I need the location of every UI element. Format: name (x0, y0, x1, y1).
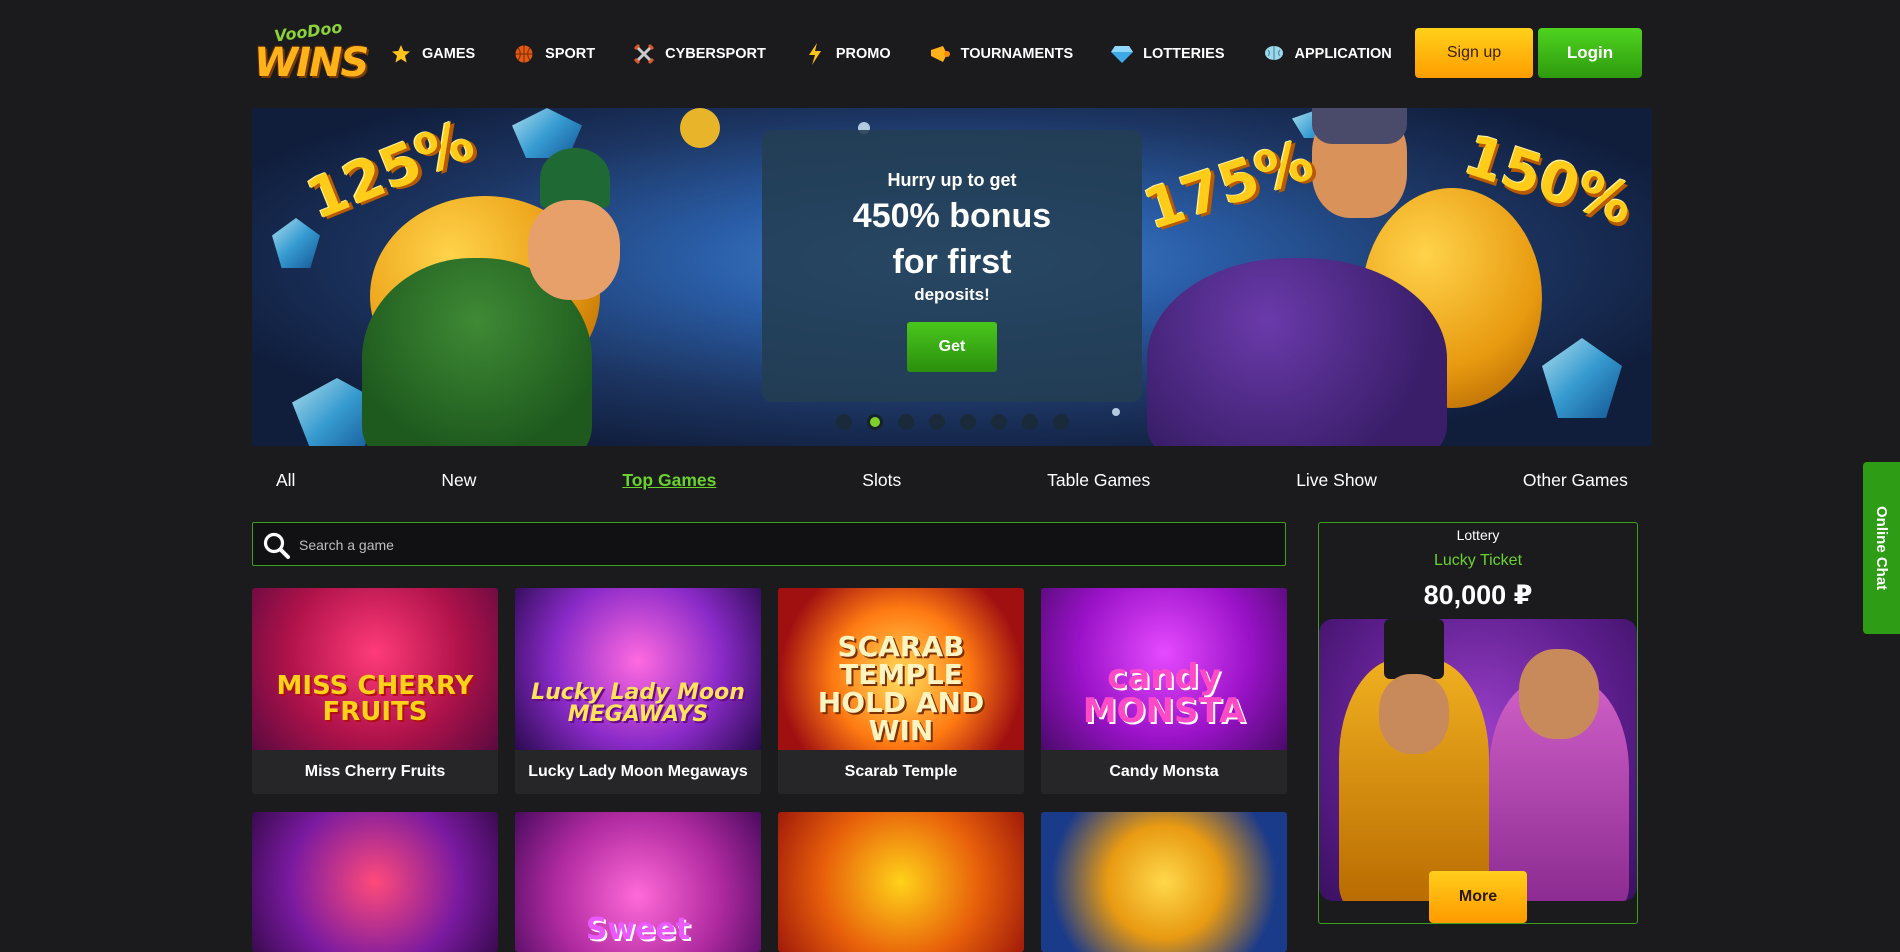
site-header: VooDoo WINS GAMES SPORT CYBERSPORT PROMO… (252, 17, 1642, 90)
basketball-icon (513, 43, 535, 65)
login-button[interactable]: Login (1538, 28, 1642, 78)
main-nav: GAMES SPORT CYBERSPORT PROMO TOURNAMENTS (390, 42, 1430, 66)
nav-lotteries[interactable]: LOTTERIES (1111, 42, 1225, 66)
nav-tournaments-label: TOURNAMENTS (960, 46, 1074, 62)
slider-dot-8[interactable] (1053, 414, 1069, 430)
game-category-tabs: All New Top Games Slots Table Games Live… (252, 470, 1652, 494)
bonus-175-label: 175% (1136, 127, 1321, 244)
lottery-man-face (1379, 674, 1449, 754)
signup-button[interactable]: Sign up (1415, 28, 1533, 78)
search-icon (263, 532, 290, 559)
nav-promo-label: PROMO (835, 46, 891, 62)
nav-tournaments[interactable]: TOURNAMENTS (929, 42, 1074, 66)
game-card[interactable]: SCARAB TEMPLE HOLD AND WIN Scarab Temple (778, 588, 1024, 794)
game-art-title: SCARAB TEMPLE HOLD AND WIN (817, 630, 985, 747)
right-thief-figure (1147, 258, 1447, 446)
gem-decoration (272, 218, 320, 268)
nav-cybersport[interactable]: CYBERSPORT (633, 42, 766, 66)
game-thumbnail: SCARAB TEMPLE HOLD AND WIN (778, 588, 1024, 750)
nav-games[interactable]: GAMES (390, 42, 475, 66)
promo-line-2: 450% bonus (852, 197, 1052, 235)
logo-bottom-text: WINS (254, 40, 369, 86)
slider-dot-7[interactable] (1022, 414, 1038, 430)
game-art-title: Lucky Lady Moon MEGAWAYS (531, 680, 745, 727)
slider-dot-2[interactable] (867, 414, 883, 430)
game-card[interactable]: candy MONSTA Candy Monsta (1041, 588, 1287, 794)
nav-application-label: APPLICATION (1294, 46, 1392, 62)
get-bonus-button[interactable]: Get (907, 322, 997, 372)
nav-sport-label: SPORT (545, 46, 596, 62)
online-chat-label: Online Chat (1873, 505, 1890, 591)
game-title: Scarab Temple (778, 750, 1024, 794)
tab-other-games[interactable]: Other Games (1523, 470, 1628, 494)
lightning-icon (804, 43, 826, 65)
game-card[interactable]: MISS CHERRY FRUITS Miss Cherry Fruits (252, 588, 498, 794)
search-input[interactable] (297, 531, 1261, 559)
right-thief-hair (1312, 108, 1407, 144)
tab-slots[interactable]: Slots (862, 470, 901, 494)
nav-cybersport-label: CYBERSPORT (665, 46, 766, 62)
slider-dot-3[interactable] (898, 414, 914, 430)
nav-sport[interactable]: SPORT (513, 42, 595, 66)
game-card[interactable] (252, 812, 498, 952)
game-thumbnail: Lucky Lady Moon MEGAWAYS (515, 588, 761, 750)
lottery-image (1319, 619, 1637, 901)
left-thief-hat (540, 148, 610, 208)
sparkle (1112, 408, 1120, 416)
slider-dots (836, 414, 1069, 430)
game-title: Lucky Lady Moon Megaways (515, 750, 761, 794)
tab-live-show[interactable]: Live Show (1296, 470, 1377, 494)
nav-application[interactable]: APPLICATION (1263, 42, 1392, 66)
promo-line-4: deposits! (914, 285, 990, 304)
brain-icon (1263, 43, 1285, 65)
lottery-title: Lottery (1456, 527, 1500, 543)
slider-dot-6[interactable] (991, 414, 1007, 430)
lottery-more-button[interactable]: More (1429, 871, 1527, 923)
crossed-swords-icon (633, 43, 655, 65)
tab-table-games[interactable]: Table Games (1047, 470, 1150, 494)
lottery-woman-face (1519, 649, 1599, 739)
site-logo[interactable]: VooDoo WINS (252, 17, 369, 90)
slider-dot-4[interactable] (929, 414, 945, 430)
horn-icon (929, 43, 951, 65)
tab-top-games[interactable]: Top Games (622, 470, 716, 494)
lottery-panel: Lottery Lucky Ticket 80,000 ₽ More (1318, 522, 1638, 924)
game-art-title: Sweet (585, 912, 691, 947)
tab-new[interactable]: New (441, 470, 476, 494)
lottery-man-hat (1384, 619, 1444, 679)
game-title: Candy Monsta (1041, 750, 1287, 794)
game-card[interactable]: Sweet (515, 812, 761, 952)
promo-message-box: Hurry up to get 450% bonus for first dep… (762, 130, 1142, 402)
game-card[interactable] (778, 812, 1024, 952)
game-art-title: candy MONSTA (1082, 657, 1246, 731)
slider-dot-1[interactable] (836, 414, 852, 430)
star-icon (390, 43, 412, 65)
diamond-icon (1111, 43, 1134, 65)
gem-decoration (1542, 338, 1622, 418)
promo-banner[interactable]: 125% 175% 150% Hurry up to get 450% bonu… (252, 108, 1652, 446)
game-title: Miss Cherry Fruits (252, 750, 498, 794)
game-card[interactable] (1041, 812, 1287, 952)
nav-games-label: GAMES (422, 46, 476, 62)
game-art-title: MISS CHERRY FRUITS (276, 671, 474, 727)
game-thumbnail: MISS CHERRY FRUITS (252, 588, 498, 750)
tab-all[interactable]: All (276, 470, 295, 494)
left-thief-face (528, 200, 620, 300)
lottery-name: Lucky Ticket (1433, 552, 1523, 569)
lottery-amount: 80,000 ₽ (1423, 580, 1533, 610)
game-thumbnail: candy MONSTA (1041, 588, 1287, 750)
game-search (252, 522, 1286, 566)
online-chat-tab[interactable]: Online Chat (1863, 462, 1900, 634)
promo-line-3: for first (892, 243, 1012, 281)
game-card[interactable]: Lucky Lady Moon MEGAWAYS Lucky Lady Moon… (515, 588, 761, 794)
coin-decoration (680, 108, 720, 148)
nav-lotteries-label: LOTTERIES (1143, 46, 1225, 62)
promo-line-1: Hurry up to get (887, 170, 1017, 190)
nav-promo[interactable]: PROMO (804, 42, 891, 66)
slider-dot-5[interactable] (960, 414, 976, 430)
